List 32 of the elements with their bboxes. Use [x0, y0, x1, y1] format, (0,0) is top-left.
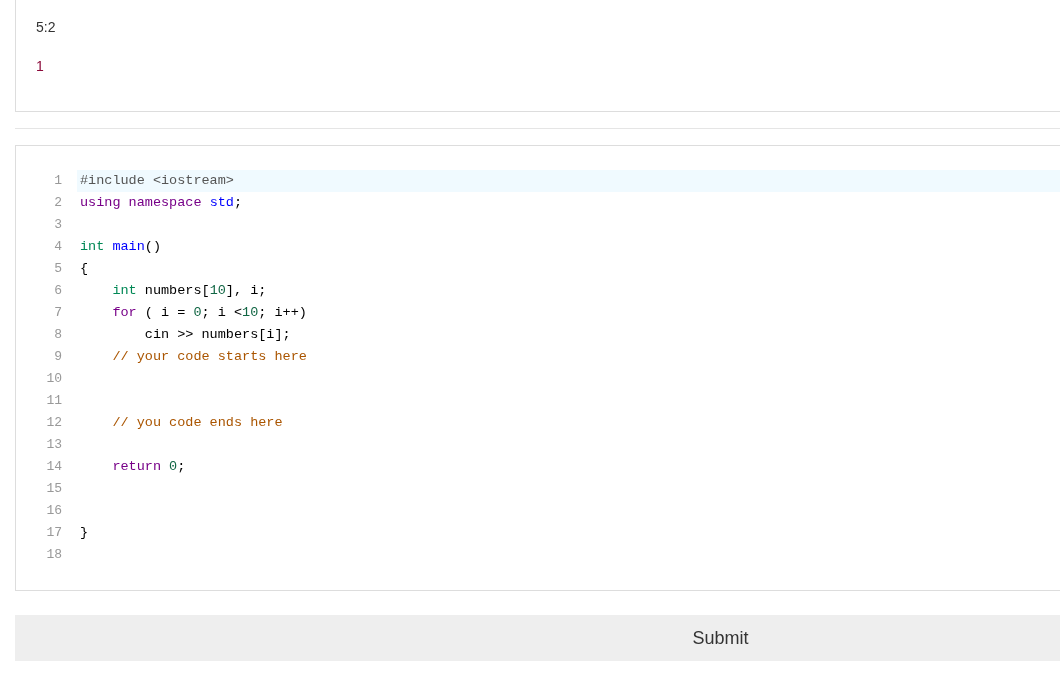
submit-button[interactable]: Submit — [15, 615, 1060, 661]
line-number: 15 — [45, 480, 63, 498]
code-line: cin >> numbers[i]; — [143, 326, 292, 344]
line-number: 6 — [53, 282, 63, 300]
code-line: // your code starts here — [111, 348, 308, 366]
code-line: // you code ends here — [111, 414, 284, 432]
code-line: { — [79, 260, 90, 278]
line-number: 11 — [45, 392, 63, 410]
line-number: 8 — [53, 326, 63, 344]
code-line: } — [79, 524, 90, 542]
line-number: 12 — [45, 414, 63, 432]
cursor-position: 5:2 — [36, 18, 56, 37]
line-number: 17 — [45, 524, 63, 542]
code-line: for ( i = 0; i <10; i++) — [111, 304, 308, 322]
line-number: 4 — [53, 238, 63, 256]
code-editor[interactable] — [15, 145, 1060, 591]
code-line: int main() — [79, 238, 163, 256]
line-number: 1 — [53, 172, 63, 190]
line-number: 14 — [45, 458, 63, 476]
line-number: 7 — [53, 304, 63, 322]
line-number: 9 — [53, 348, 63, 366]
line-number: 3 — [53, 216, 63, 234]
line-number: 10 — [45, 370, 63, 388]
line-number: 2 — [53, 194, 63, 212]
code-line: using namespace std; — [79, 194, 244, 212]
output-value: 1 — [36, 57, 44, 76]
line-number: 18 — [45, 546, 63, 564]
line-number: 5 — [53, 260, 63, 278]
line-number: 16 — [45, 502, 63, 520]
code-line: return 0; — [111, 458, 187, 476]
code-line: int numbers[10], i; — [111, 282, 268, 300]
line-number: 13 — [45, 436, 63, 454]
